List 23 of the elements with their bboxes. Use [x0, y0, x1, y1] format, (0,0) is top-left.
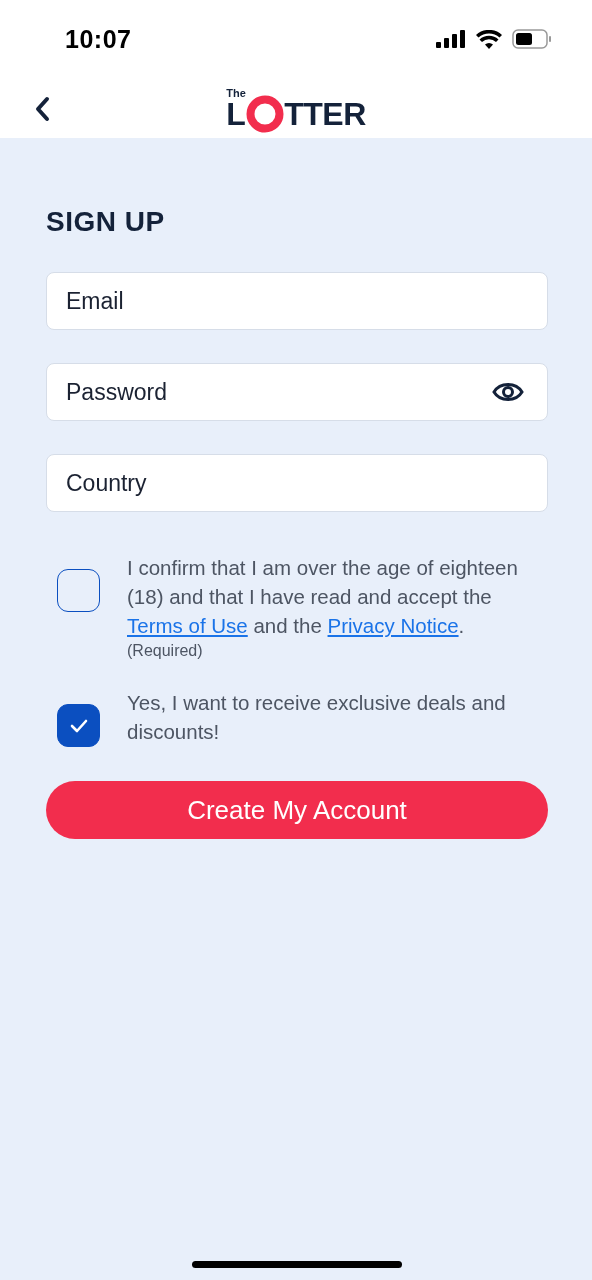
logo-small-text: The — [226, 87, 246, 99]
back-icon[interactable] — [34, 96, 50, 122]
input-field[interactable]: Country — [46, 454, 548, 512]
create-account-button[interactable]: Create My Account — [46, 781, 548, 839]
link[interactable]: Terms of Use — [127, 614, 248, 637]
wifi-icon — [476, 29, 502, 49]
input-field[interactable]: Password — [46, 363, 548, 421]
required-note: (Required) — [127, 642, 204, 660]
logo-text: TTER — [284, 99, 366, 129]
status-time: 10:07 — [65, 24, 132, 54]
ring-icon — [246, 95, 285, 133]
check-icon — [69, 718, 88, 733]
battery-icon — [512, 29, 552, 49]
checkbox[interactable] — [57, 704, 100, 747]
consent-text: Yes, I want to receive exclusive deals and discounts! — [127, 690, 507, 745]
consent-text: I confirm that I am over the age of eighteen (18) and that I have read and accept the Terms of Use and the Privacy Notice. — [127, 555, 519, 639]
logo-text: L — [226, 99, 246, 129]
link[interactable]: Privacy Notice — [327, 614, 459, 637]
checkbox[interactable] — [57, 569, 100, 612]
signal-icon — [436, 30, 466, 48]
page-title: SIGN UP — [46, 206, 166, 238]
eye-icon[interactable] — [492, 381, 524, 403]
input-field[interactable]: Email — [46, 272, 548, 330]
